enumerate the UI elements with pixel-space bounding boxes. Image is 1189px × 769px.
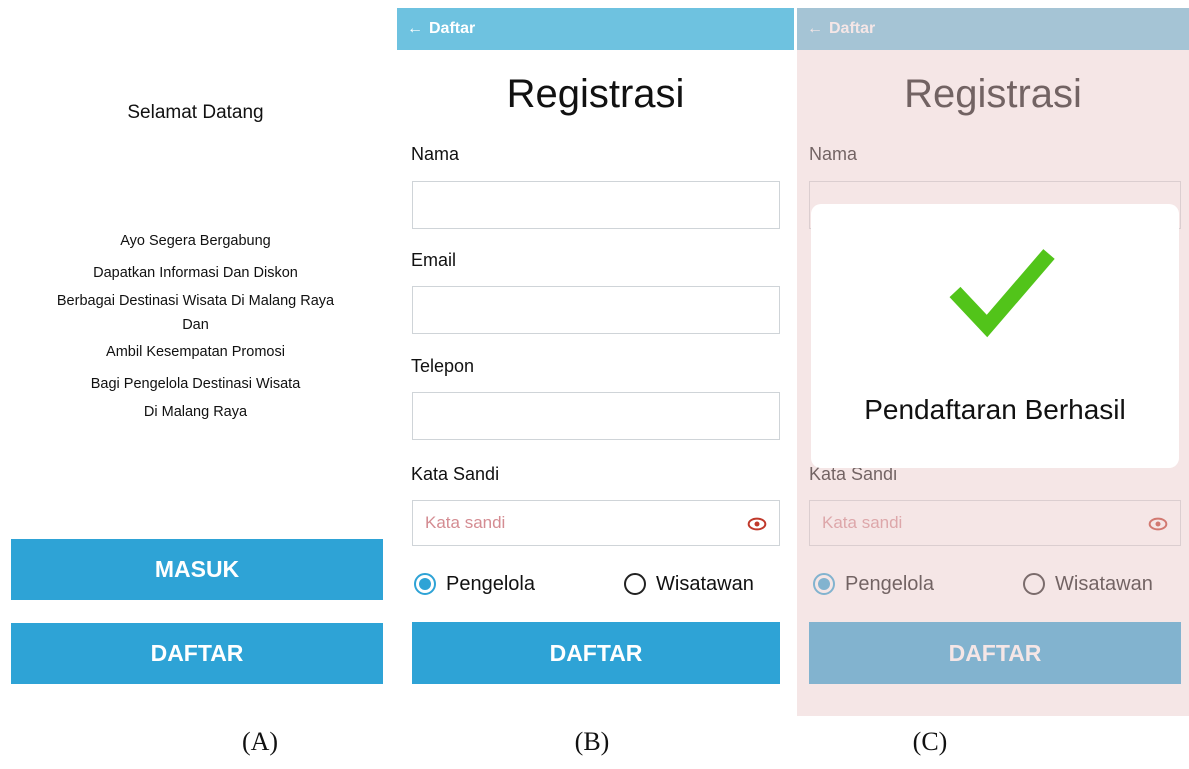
radio-wisatawan-label: Wisatawan — [656, 572, 754, 595]
welcome-screen: Selamat Datang Ayo Segera Bergabung Dapa… — [8, 8, 383, 716]
app-bar-title: Daftar — [429, 20, 476, 37]
nama-label: Nama — [411, 144, 460, 164]
arrow-left-icon[interactable]: ← — [407, 8, 423, 50]
page-title: Registrasi — [506, 72, 685, 116]
telepon-field[interactable] — [412, 392, 780, 440]
welcome-line: Dan — [182, 317, 209, 333]
checkmark-icon — [949, 249, 1055, 338]
radio-selected-icon — [414, 573, 436, 595]
welcome-line: Bagi Pengelola Destinasi Wisata — [90, 375, 301, 392]
welcome-title: Selamat Datang — [127, 102, 264, 123]
welcome-description: Ayo Segera Bergabung Dapatkan Informasi … — [8, 226, 383, 424]
welcome-line: Ayo Segera Bergabung — [120, 233, 271, 249]
success-message: Pendaftaran Berhasil — [864, 394, 1126, 425]
email-field[interactable] — [412, 286, 780, 334]
email-label: Email — [411, 250, 457, 270]
radio-wisatawan[interactable]: Wisatawan — [624, 570, 754, 598]
password-field-wrapper — [412, 500, 780, 546]
masuk-button[interactable]: MASUK — [11, 539, 383, 600]
registration-success-screen: ← Daftar Registrasi Nama Kata Sandi Penge… — [797, 8, 1189, 716]
caption-b: (B) — [574, 727, 610, 756]
nama-field[interactable] — [412, 181, 780, 229]
app-bar: ← Daftar — [397, 8, 794, 50]
radio-unselected-icon — [624, 573, 646, 595]
welcome-line: Di Malang Raya — [143, 404, 248, 420]
registration-screen: ← Daftar Registrasi Nama Email Telepon Ka… — [397, 8, 794, 716]
kata-sandi-label: Kata Sandi — [411, 464, 500, 484]
welcome-line: Berbagai Destinasi Wisata Di Malang Raya — [56, 293, 335, 309]
radio-pengelola-label: Pengelola — [446, 572, 535, 595]
telepon-label: Telepon — [411, 356, 475, 376]
caption-a: (A) — [241, 727, 279, 756]
welcome-line: Ambil Kesempatan Promosi — [106, 344, 285, 360]
password-field[interactable] — [413, 501, 733, 545]
eye-icon[interactable] — [747, 514, 767, 534]
daftar-submit-button[interactable]: DAFTAR — [412, 622, 780, 684]
daftar-button[interactable]: DAFTAR — [11, 623, 383, 684]
radio-pengelola[interactable]: Pengelola — [414, 570, 535, 598]
caption-c: (C) — [912, 727, 948, 756]
welcome-line: Dapatkan Informasi Dan Diskon — [93, 264, 298, 281]
success-dialog: Pendaftaran Berhasil — [811, 204, 1179, 468]
